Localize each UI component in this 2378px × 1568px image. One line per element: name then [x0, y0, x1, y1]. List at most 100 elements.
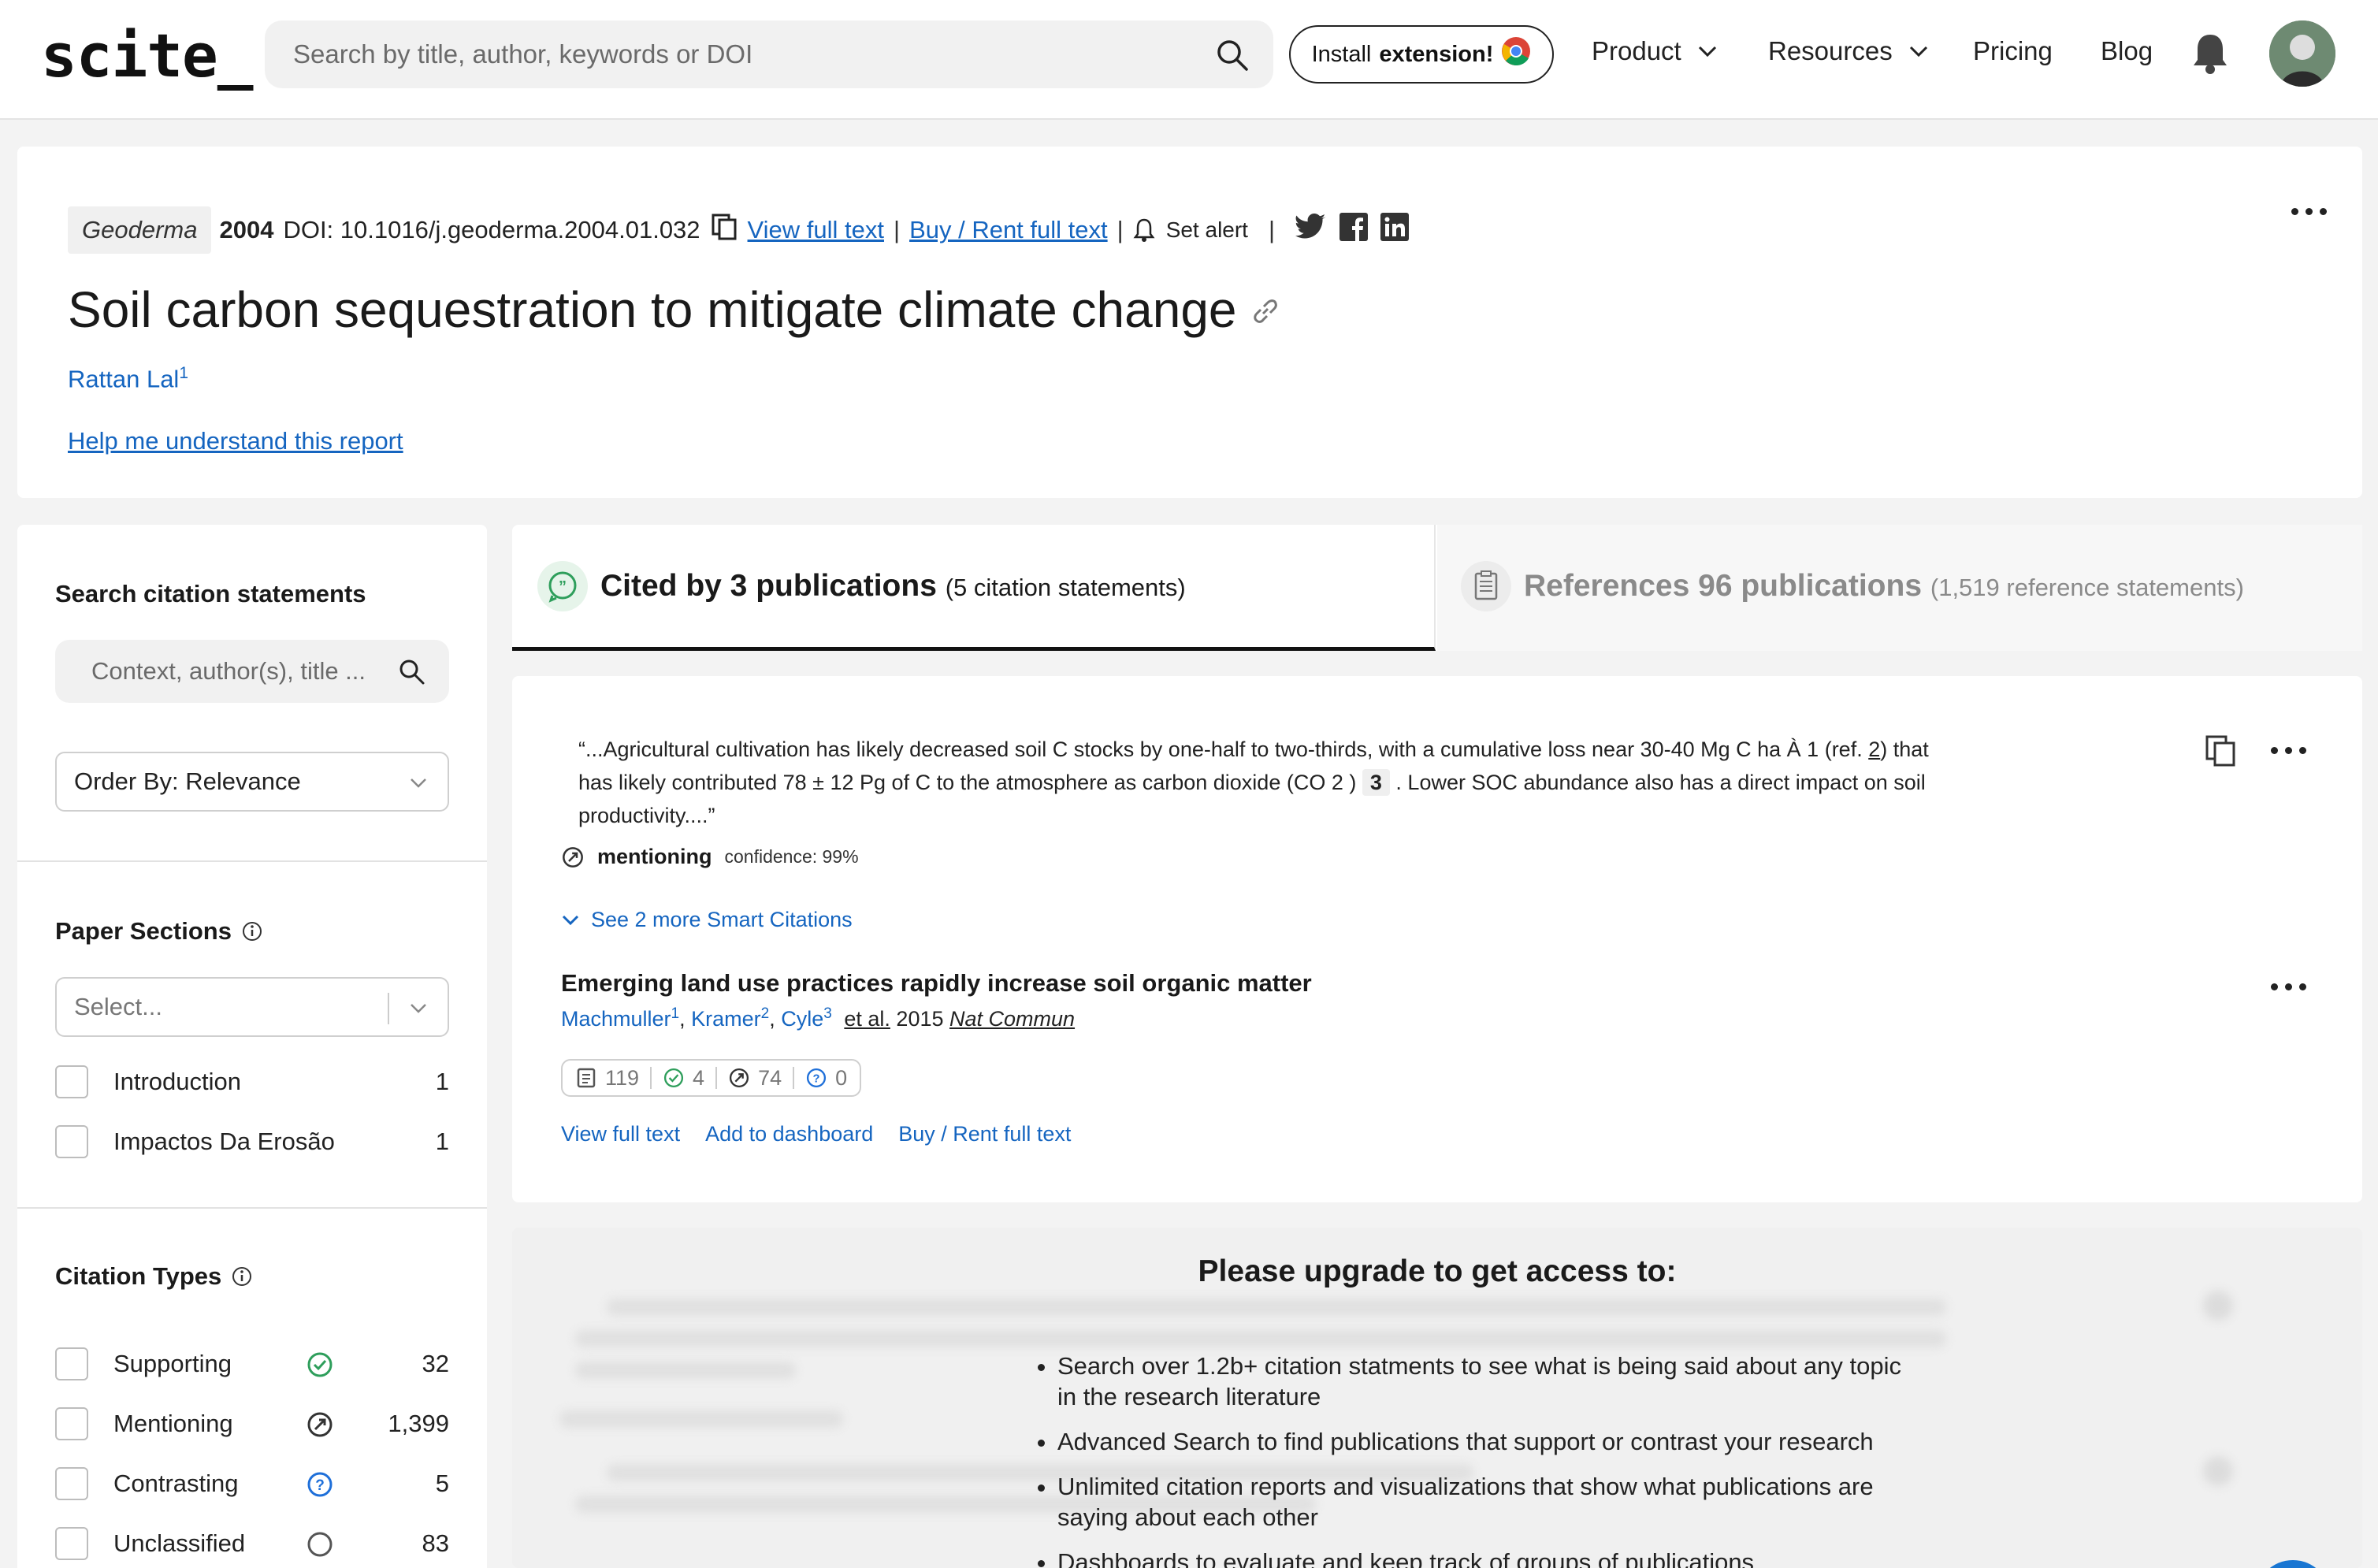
install-label-bold: extension! [1379, 41, 1494, 67]
document-icon [1461, 561, 1511, 611]
see-more-label: See 2 more Smart Citations [591, 908, 853, 931]
paper-meta-row: Geoderma 2004 DOI: 10.1016/j.geoderma.20… [68, 205, 1410, 255]
upgrade-benefit: Advanced Search to find publications tha… [1057, 1426, 1923, 1457]
nav-blog[interactable]: Blog [2101, 36, 2153, 66]
scite-logo[interactable]: scite_ [41, 20, 254, 91]
section-filter-introduction[interactable]: Introduction 1 [55, 1062, 449, 1102]
set-alert-label: Set alert [1165, 217, 1248, 242]
citing-publication-title[interactable]: Emerging land use practices rapidly incr… [561, 969, 1312, 998]
facebook-icon[interactable] [1339, 213, 1369, 247]
citation-search-input[interactable] [91, 640, 399, 703]
separator: | [1117, 216, 1124, 243]
view-full-text-link[interactable]: View full text [748, 216, 884, 244]
svg-text:?: ? [813, 1072, 820, 1085]
tally-divider [650, 1067, 652, 1089]
author-link[interactable]: Cyle [781, 1007, 823, 1031]
author-affiliation: 1 [179, 364, 189, 382]
author-affiliation: 1 [671, 1005, 680, 1022]
tab-cited-by-sub: (5 citation statements) [945, 574, 1186, 601]
tab-references[interactable]: References 96 publications (1,519 refere… [1437, 525, 2362, 651]
link-icon[interactable] [1250, 281, 1281, 339]
author-link[interactable]: Kramer [691, 1007, 761, 1031]
quote-reference-number[interactable]: 3 [1362, 769, 1390, 796]
separator: | [894, 216, 901, 243]
citation-tally[interactable]: 119 4 74 ? 0 [561, 1059, 862, 1097]
citation-card: “...Agricultural cultivation has likely … [512, 676, 2362, 1202]
checkbox[interactable] [55, 1125, 88, 1158]
paper-title-text: Soil carbon sequestration to mitigate cl… [68, 281, 1237, 338]
upgrade-benefit: Dashboards to evaluate and keep track of… [1057, 1547, 1923, 1568]
blurred-content [607, 1299, 1946, 1316]
copy-icon[interactable] [712, 214, 737, 247]
type-filter-contrasting[interactable]: Contrasting ? 5 [55, 1464, 449, 1503]
section-filter-impactos[interactable]: Impactos Da Erosão 1 [55, 1122, 449, 1161]
tally-contrasting: 0 [835, 1065, 848, 1090]
tab-cited-by-title: Cited by 3 publications [600, 569, 937, 603]
classification-label: mentioning [597, 845, 712, 868]
paper-sections-select[interactable]: Select... [55, 977, 449, 1037]
avatar[interactable] [2269, 20, 2335, 87]
mentioning-icon [563, 846, 583, 868]
order-by-select[interactable]: Order By: Relevance [55, 752, 449, 812]
author-affiliation: 2 [760, 1005, 770, 1022]
search-icon[interactable] [1215, 38, 1250, 76]
publication-journal[interactable]: Nat Commun [949, 1007, 1075, 1031]
buy-rent-link[interactable]: Buy / Rent full text [909, 216, 1108, 244]
author-link[interactable]: Rattan Lal1 [68, 364, 188, 393]
author-link[interactable]: Machmuller [561, 1007, 671, 1031]
type-filter-mentioning[interactable]: Mentioning 1,399 [55, 1404, 449, 1444]
nav-resources[interactable]: Resources [1768, 36, 1929, 66]
see-more-citations-link[interactable]: See 2 more Smart Citations [561, 908, 853, 932]
et-al-link[interactable]: et al. [844, 1007, 890, 1031]
quote-reference[interactable]: 2 [1868, 738, 1880, 761]
twitter-icon[interactable] [1295, 214, 1327, 247]
checkbox[interactable] [55, 1467, 88, 1500]
more-options-icon[interactable] [2271, 747, 2306, 754]
info-icon[interactable] [231, 1265, 253, 1287]
author-affiliation: 3 [823, 1005, 832, 1022]
type-filter-supporting[interactable]: Supporting 32 [55, 1344, 449, 1384]
section-label: Introduction [113, 1068, 241, 1095]
upgrade-benefits: Search over 1.2b+ citation statments to … [1032, 1351, 1923, 1568]
publication-year: 2015 [896, 1007, 944, 1031]
chevron-down-icon [562, 915, 579, 925]
set-alert-button[interactable]: Set alert [1133, 217, 1248, 243]
more-options-icon[interactable] [2271, 983, 2306, 990]
journal-badge[interactable]: Geoderma [68, 206, 212, 254]
add-to-dashboard-link[interactable]: Add to dashboard [705, 1122, 873, 1146]
more-options-icon[interactable] [2291, 208, 2327, 215]
tab-cited-by[interactable]: ” Cited by 3 publications (5 citation st… [512, 525, 1436, 651]
nav-product[interactable]: Product [1592, 36, 1718, 66]
tally-divider [793, 1067, 795, 1089]
tally-total: 119 [605, 1065, 640, 1090]
copy-icon[interactable] [2205, 734, 2236, 771]
section-count: 1 [435, 1068, 449, 1095]
install-extension-button[interactable]: Install extension! [1289, 25, 1554, 84]
chevron-down-icon [1909, 46, 1927, 58]
tab-references-sub: (1,519 reference statements) [1930, 574, 2244, 601]
filter-sidebar: Search citation statements Order By: Rel… [17, 525, 487, 1568]
view-full-text-link[interactable]: View full text [561, 1122, 680, 1146]
type-count: 1,399 [388, 1410, 449, 1437]
checkbox[interactable] [55, 1527, 88, 1560]
checkbox[interactable] [55, 1407, 88, 1440]
global-search[interactable] [265, 20, 1273, 88]
type-filter-unclassified[interactable]: Unclassified 83 [55, 1524, 449, 1563]
citation-types-heading: Citation Types [55, 1262, 253, 1291]
linkedin-icon[interactable] [1380, 213, 1410, 247]
contrasting-icon: ? [807, 1068, 827, 1088]
citation-actions: View full text Add to dashboard Buy / Re… [561, 1122, 1071, 1146]
help-understand-link[interactable]: Help me understand this report [68, 427, 403, 455]
checkbox[interactable] [55, 1065, 88, 1098]
buy-rent-link[interactable]: Buy / Rent full text [898, 1122, 1071, 1146]
divider [17, 860, 487, 862]
bell-icon[interactable] [2190, 32, 2230, 80]
info-icon[interactable] [241, 920, 263, 942]
search-icon[interactable] [397, 657, 425, 689]
type-label: Supporting [113, 1350, 232, 1377]
checkbox[interactable] [55, 1347, 88, 1380]
global-search-input[interactable] [293, 20, 1191, 88]
tally-divider [715, 1067, 718, 1089]
nav-pricing[interactable]: Pricing [1973, 36, 2053, 66]
citation-search[interactable] [55, 640, 449, 703]
